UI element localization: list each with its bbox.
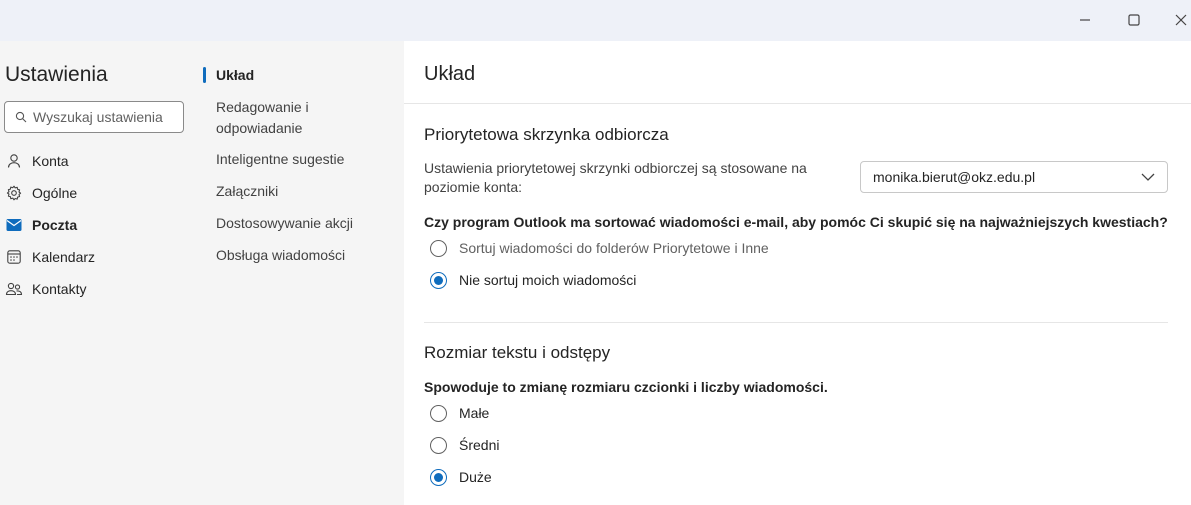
calendar-icon bbox=[4, 247, 24, 267]
radio-sort-messages[interactable]: Sortuj wiadomości do folderów Prioryteto… bbox=[430, 236, 769, 260]
mail-subnav: Układ Redagowanie i odpowiadanie Intelig… bbox=[203, 41, 404, 505]
radio-size-large[interactable]: Duże bbox=[430, 465, 492, 489]
text-size-title: Rozmiar tekstu i odstępy bbox=[424, 343, 611, 362]
subnav-item-zalaczniki[interactable]: Załączniki bbox=[216, 181, 386, 202]
radio-button[interactable] bbox=[430, 239, 447, 257]
minimize-button[interactable] bbox=[1070, 6, 1100, 34]
divider bbox=[404, 103, 1191, 104]
radio-button[interactable] bbox=[430, 436, 447, 454]
nav-item-kalendarz[interactable]: Kalendarz bbox=[0, 242, 200, 272]
people-icon bbox=[4, 279, 24, 299]
subnav-item-uklad[interactable]: Układ bbox=[216, 65, 386, 86]
person-icon bbox=[4, 151, 24, 171]
nav-item-ogolne[interactable]: Ogólne bbox=[0, 178, 200, 208]
gear-icon bbox=[4, 183, 24, 203]
nav-item-label: Ogólne bbox=[32, 185, 78, 201]
section-divider bbox=[424, 322, 1168, 323]
search-input[interactable] bbox=[33, 109, 183, 125]
close-button[interactable] bbox=[1166, 6, 1191, 34]
chevron-down-icon bbox=[1141, 173, 1155, 181]
nav-item-konta[interactable]: Konta bbox=[0, 146, 200, 176]
radio-button[interactable] bbox=[430, 271, 447, 289]
mail-icon bbox=[4, 215, 24, 235]
close-icon bbox=[1175, 14, 1187, 26]
nav-item-poczta[interactable]: Poczta bbox=[0, 210, 200, 240]
nav-item-label: Kalendarz bbox=[32, 249, 96, 265]
maximize-icon bbox=[1128, 14, 1140, 26]
account-value: monika.bierut@okz.edu.pl bbox=[873, 169, 1036, 185]
nav-item-label: Konta bbox=[32, 153, 69, 169]
subnav-item-redagowanie[interactable]: Redagowanie i odpowiadanie bbox=[216, 97, 386, 139]
search-icon bbox=[15, 111, 27, 123]
radio-label: Małe bbox=[459, 405, 490, 421]
page-title: Układ bbox=[424, 63, 476, 85]
subnav-item-sugestie[interactable]: Inteligentne sugestie bbox=[216, 149, 386, 170]
radio-size-medium[interactable]: Średni bbox=[430, 433, 499, 457]
minimize-icon bbox=[1080, 19, 1090, 21]
nav-item-label: Kontakty bbox=[32, 281, 87, 297]
settings-content: Układ Priorytetowa skrzynka odbiorcza Us… bbox=[404, 41, 1191, 505]
radio-label: Sortuj wiadomości do folderów Prioryteto… bbox=[459, 240, 769, 256]
subnav-item-akcje[interactable]: Dostosowywanie akcji bbox=[216, 213, 386, 234]
text-size-question: Spowoduje to zmianę rozmiaru czcionki i … bbox=[424, 379, 828, 395]
radio-label: Nie sortuj moich wiadomości bbox=[459, 272, 637, 288]
selected-indicator bbox=[203, 67, 206, 83]
radio-label: Duże bbox=[459, 469, 492, 485]
maximize-button[interactable] bbox=[1119, 6, 1149, 34]
focused-inbox-description: Ustawienia priorytetowej skrzynki odbior… bbox=[424, 160, 807, 195]
focused-inbox-title: Priorytetowa skrzynka odbiorcza bbox=[424, 125, 669, 144]
radio-do-not-sort[interactable]: Nie sortuj moich wiadomości bbox=[430, 268, 636, 292]
title-bar bbox=[0, 0, 1191, 41]
radio-button[interactable] bbox=[430, 468, 447, 486]
radio-size-small[interactable]: Małe bbox=[430, 401, 489, 425]
radio-button[interactable] bbox=[430, 404, 447, 422]
radio-label: Średni bbox=[459, 437, 500, 453]
nav-item-label: Poczta bbox=[32, 217, 78, 233]
search-box[interactable] bbox=[4, 101, 184, 133]
settings-nav: Ustawienia Konta Ogólne Poczta Kalendarz bbox=[0, 41, 203, 505]
subnav-item-obsluga[interactable]: Obsługa wiadomości bbox=[216, 245, 386, 266]
account-dropdown[interactable]: monika.bierut@okz.edu.pl bbox=[860, 161, 1168, 193]
nav-item-kontakty[interactable]: Kontakty bbox=[0, 274, 200, 304]
settings-title: Ustawienia bbox=[5, 63, 108, 86]
focused-inbox-question: Czy program Outlook ma sortować wiadomoś… bbox=[424, 214, 1168, 230]
